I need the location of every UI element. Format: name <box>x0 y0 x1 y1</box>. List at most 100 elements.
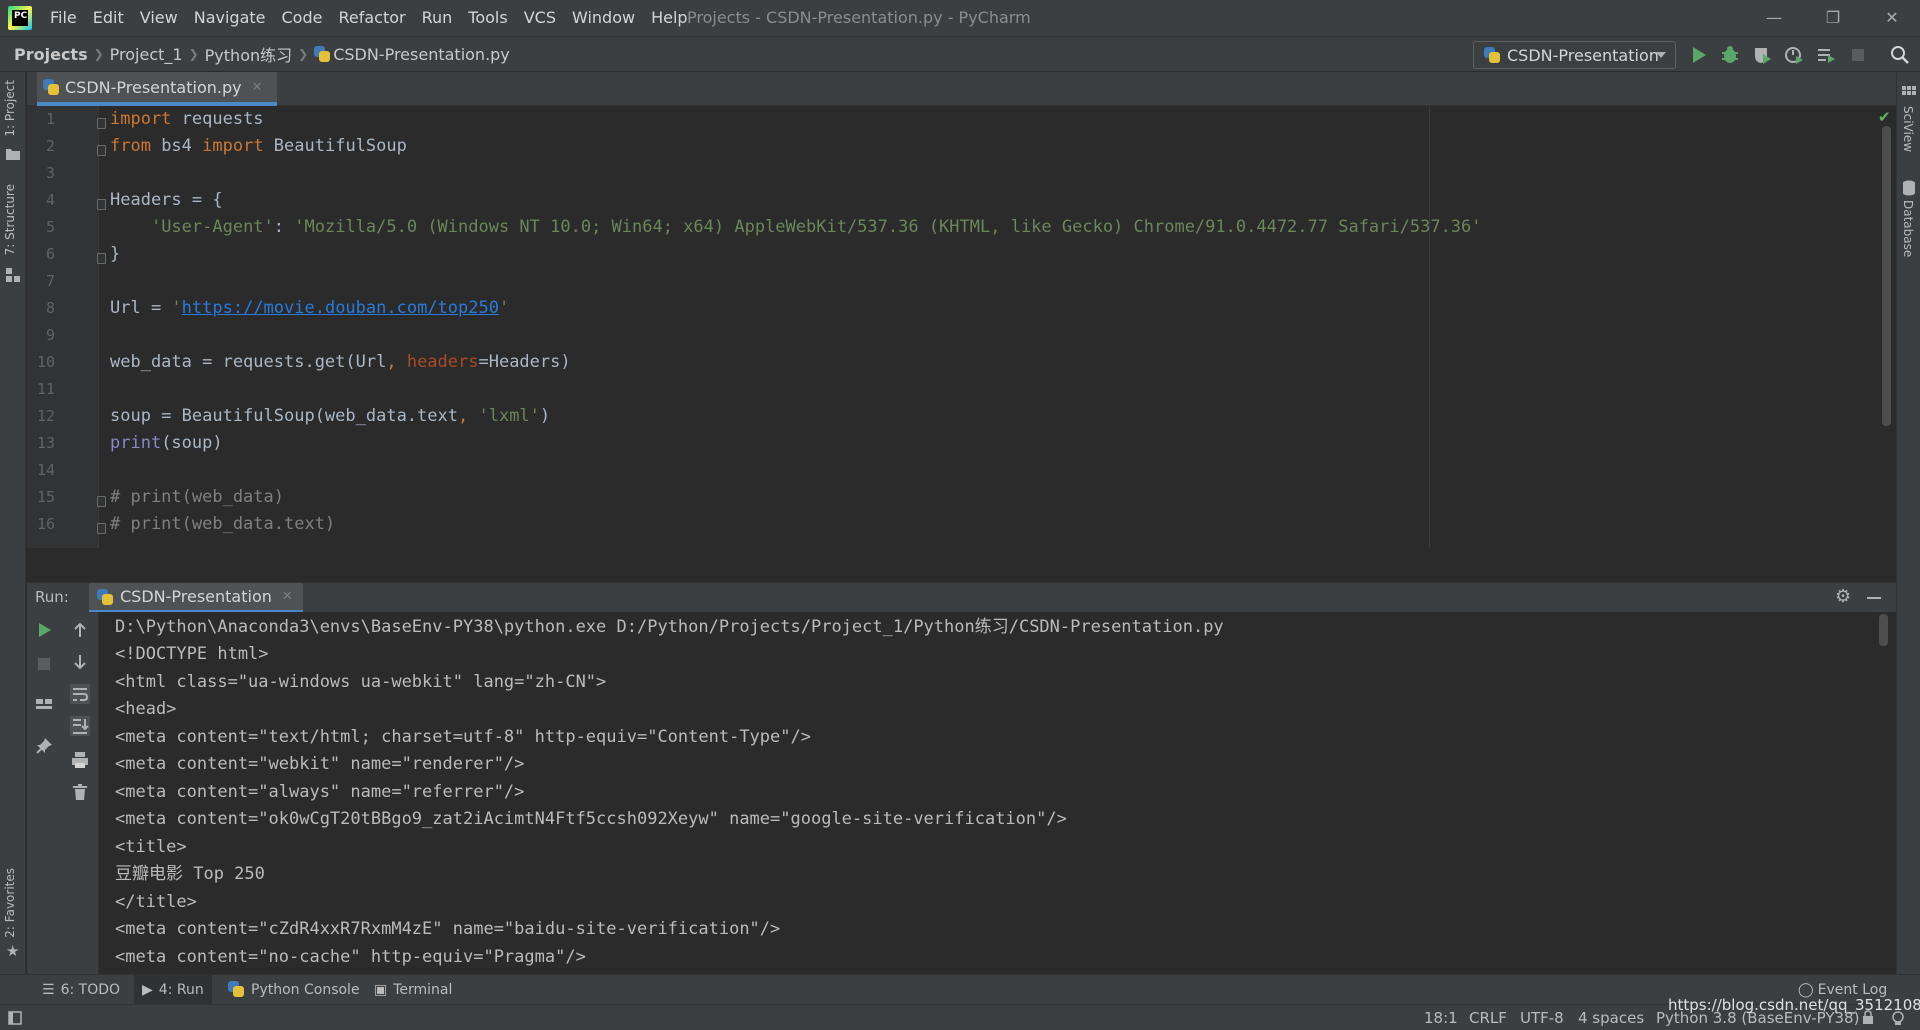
database-tool-tab[interactable]: Database <box>1901 200 1915 257</box>
line-number: 6 <box>45 245 55 263</box>
play-icon: ▶ <box>142 982 153 998</box>
menu-window[interactable]: Window <box>564 0 643 36</box>
editor-tab-csdn-presentation[interactable]: CSDN-Presentation.py ✕ <box>37 72 277 106</box>
console-line: <meta content="ok0wCgT20tBBgo9_zat2iAcim… <box>115 809 1067 829</box>
run-configuration-select[interactable]: CSDN-Presentation <box>1473 41 1676 69</box>
fold-marker-icon[interactable] <box>97 199 106 210</box>
database-icon <box>1903 180 1915 196</box>
menu-tools[interactable]: Tools <box>460 0 515 36</box>
breadcrumb-project-1[interactable]: Project_1 <box>110 45 183 64</box>
scroll-to-end-icon[interactable] <box>70 716 90 736</box>
breadcrumb-projects[interactable]: Projects <box>14 45 88 64</box>
url-link[interactable]: https://movie.douban.com/top250 <box>182 298 499 318</box>
pycharm-logo-icon: PC <box>8 6 32 30</box>
line-number: 12 <box>36 407 55 425</box>
line-number-gutter: 1 2 3 4 5 6 7 8 9 10 11 12 13 14 15 16 <box>27 106 99 548</box>
arrow-up-icon[interactable] <box>70 620 90 640</box>
sciview-tool-tab[interactable]: SciView <box>1901 106 1915 152</box>
line-number: 15 <box>36 488 55 506</box>
search-icon[interactable] <box>1890 45 1910 65</box>
run-tab-csdn-presentation[interactable]: CSDN-Presentation ✕ <box>89 583 303 613</box>
gear-icon[interactable]: ⚙ <box>1835 586 1851 607</box>
close-tab-icon[interactable]: ✕ <box>282 589 293 604</box>
project-tool-tab[interactable]: 1: Project <box>3 80 17 137</box>
structure-tool-tab[interactable]: 7: Structure <box>3 184 17 255</box>
line-number: 16 <box>36 515 55 533</box>
python-file-icon <box>314 46 331 62</box>
line-number: 3 <box>45 164 55 182</box>
menu-view[interactable]: View <box>132 0 186 36</box>
menu-file[interactable]: File <box>42 0 85 36</box>
menu-run[interactable]: Run <box>414 0 461 36</box>
run-icon[interactable] <box>1689 45 1709 65</box>
console-scrollbar[interactable] <box>1879 614 1888 646</box>
code-line-12: soup = BeautifulSoup(web_data.text, 'lxm… <box>110 406 551 426</box>
stop-icon[interactable] <box>1848 45 1868 65</box>
stop-icon[interactable] <box>34 654 54 674</box>
menu-vcs[interactable]: VCS <box>516 0 564 36</box>
terminal-icon: ▣ <box>374 982 388 998</box>
run-tab-label: CSDN-Presentation <box>120 587 272 606</box>
code-line-2: from bs4 import BeautifulSoup <box>110 136 407 156</box>
python-console-tool-tab[interactable]: Python Console <box>220 975 368 1005</box>
menu-edit[interactable]: Edit <box>85 0 132 36</box>
favorites-tool-tab[interactable]: 2: Favorites <box>3 868 17 938</box>
run-with-coverage-icon[interactable] <box>1752 45 1772 65</box>
terminal-tool-tab[interactable]: ▣ Terminal <box>366 975 460 1005</box>
editor-tab-label: CSDN-Presentation.py <box>65 77 242 97</box>
layout-icon[interactable] <box>34 694 54 714</box>
run-configuration-label: CSDN-Presentation <box>1507 45 1659 65</box>
indent-setting[interactable]: 4 spaces <box>1578 1005 1644 1030</box>
restore-button[interactable]: ❐ <box>1813 0 1853 36</box>
breadcrumb-separator-icon: ❯ <box>298 47 309 61</box>
run-console-output[interactable]: D:\Python\Anaconda3\envs\BaseEnv-PY38\py… <box>99 612 1896 974</box>
debug-icon[interactable] <box>1720 45 1740 65</box>
run-tool-tab[interactable]: ▶ 4: Run <box>134 975 212 1005</box>
todo-tool-tab[interactable]: ☰ 6: TODO <box>34 975 128 1005</box>
python-icon <box>97 588 113 605</box>
close-window-button[interactable]: ✕ <box>1872 0 1912 36</box>
line-number: 13 <box>36 434 55 452</box>
menu-code[interactable]: Code <box>274 0 331 36</box>
breadcrumb-python-folder[interactable]: Python练习 <box>205 42 292 66</box>
trash-icon[interactable] <box>70 782 90 802</box>
fold-marker-icon[interactable] <box>97 145 106 156</box>
fold-marker-icon[interactable] <box>97 523 106 534</box>
fold-marker-icon[interactable] <box>97 118 106 129</box>
hide-panel-icon[interactable] <box>1867 597 1881 599</box>
close-tab-icon[interactable]: ✕ <box>252 80 263 95</box>
arrow-down-icon[interactable] <box>70 652 90 672</box>
rerun-icon[interactable] <box>34 620 54 640</box>
fold-marker-icon[interactable] <box>97 496 106 507</box>
breadcrumb: Projects ❯ Project_1 ❯ Python练习 ❯ CSDN-P… <box>14 42 510 66</box>
editor-scrollbar[interactable] <box>1882 126 1891 426</box>
pin-icon[interactable] <box>34 736 54 756</box>
fold-marker-icon[interactable] <box>97 253 106 264</box>
cursor-position[interactable]: 18:1 <box>1424 1005 1458 1030</box>
console-line: </title> <box>115 892 197 912</box>
structure-icon <box>6 268 20 282</box>
breadcrumb-file[interactable]: CSDN-Presentation.py <box>333 45 510 64</box>
soft-wrap-icon[interactable] <box>70 684 90 704</box>
profile-icon[interactable] <box>1784 45 1804 65</box>
code-line-5: 'User-Agent': 'Mozilla/5.0 (Windows NT 1… <box>150 217 1482 237</box>
file-encoding[interactable]: UTF-8 <box>1520 1005 1564 1030</box>
print-icon[interactable] <box>70 750 90 770</box>
console-line: <!DOCTYPE html> <box>115 644 269 664</box>
list-icon: ☰ <box>42 982 55 998</box>
breadcrumb-separator-icon: ❯ <box>93 47 104 61</box>
line-number: 7 <box>45 272 55 290</box>
menu-refactor[interactable]: Refactor <box>330 0 413 36</box>
code-editor[interactable]: 1 2 3 4 5 6 7 8 9 10 11 12 13 14 15 16 i… <box>27 106 1896 548</box>
checkmark-icon[interactable]: ✔ <box>1878 108 1891 126</box>
toggle-tool-windows-icon[interactable] <box>8 1011 22 1025</box>
line-separator[interactable]: CRLF <box>1469 1005 1507 1030</box>
run-concurrency-icon[interactable] <box>1816 45 1836 65</box>
breadcrumb-separator-icon: ❯ <box>188 47 199 61</box>
code-line-13: print(soup) <box>110 433 223 453</box>
minimize-button[interactable]: — <box>1754 0 1794 36</box>
sciview-icon <box>1902 86 1916 95</box>
menu-navigate[interactable]: Navigate <box>186 0 274 36</box>
console-line: <meta content="no-cache" http-equiv="Pra… <box>115 947 586 967</box>
code-line-6: } <box>110 244 121 264</box>
